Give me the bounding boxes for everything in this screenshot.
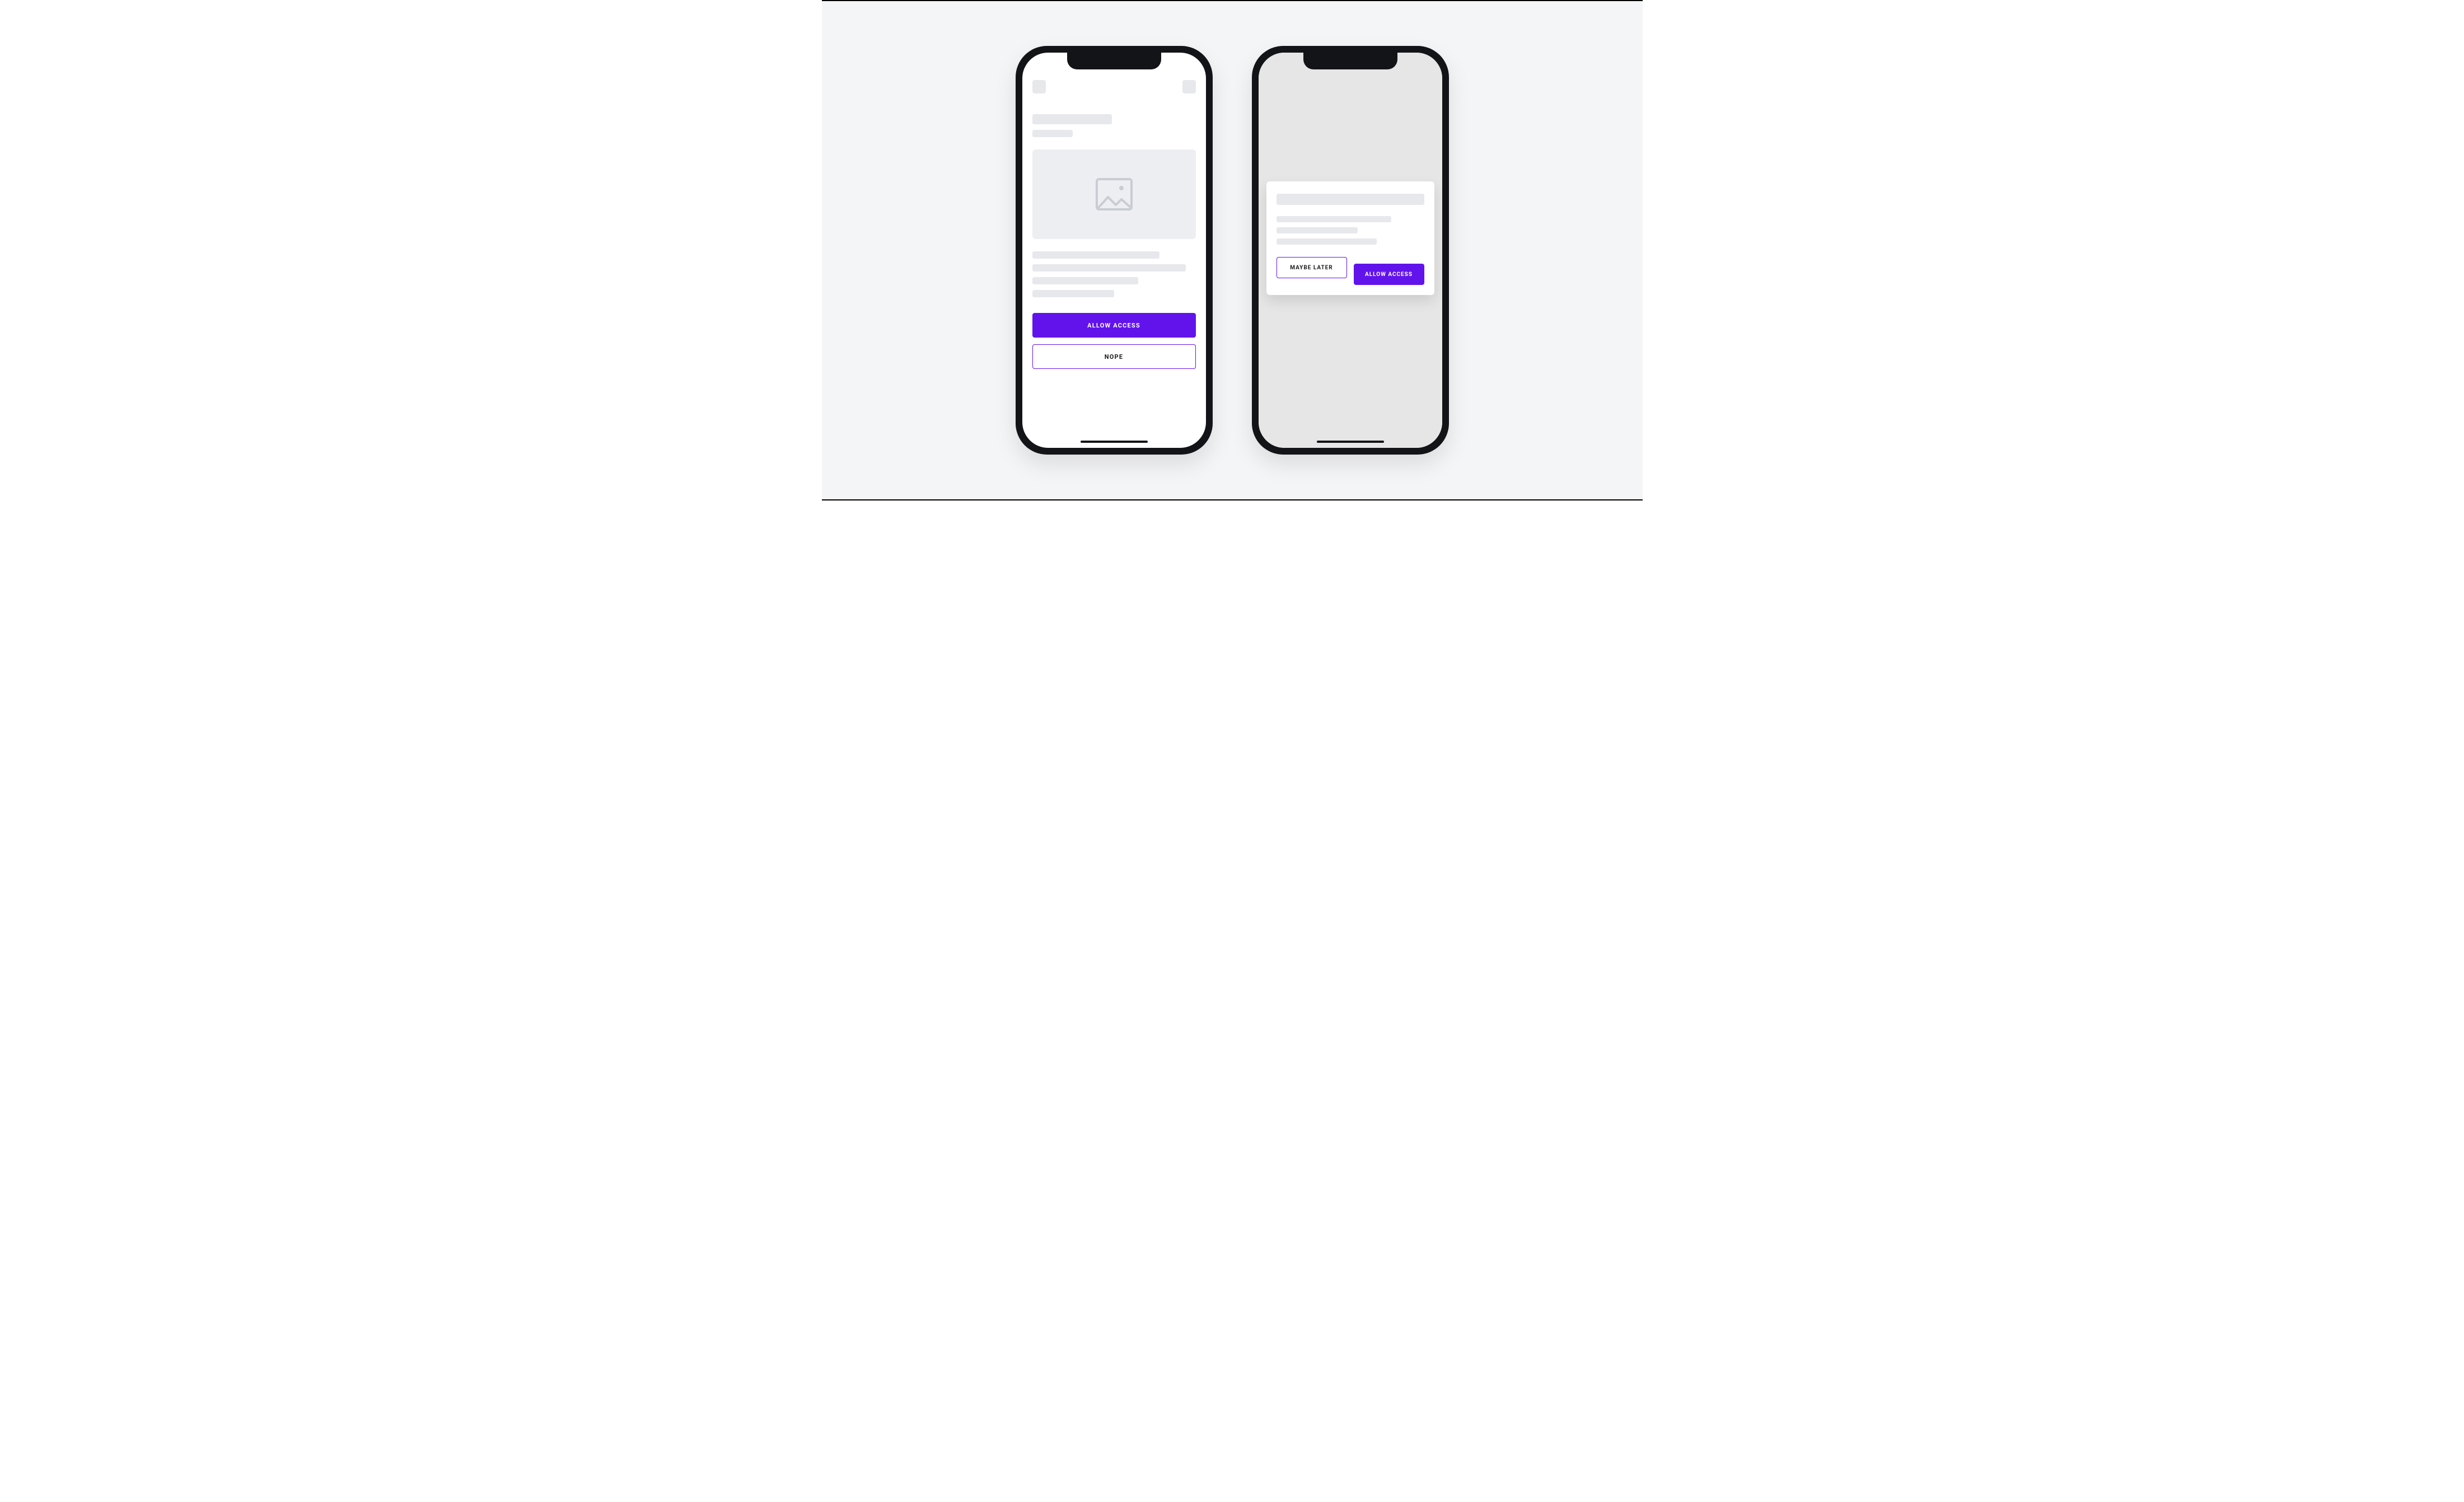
hero-image-placeholder xyxy=(1032,149,1196,239)
body-line xyxy=(1032,277,1139,284)
home-indicator-icon xyxy=(1081,441,1148,443)
phone-frame-right: MAYBE LATER ALLOW ACCESS xyxy=(1252,46,1449,455)
allow-access-button[interactable]: ALLOW ACCESS xyxy=(1032,313,1196,338)
allow-access-button[interactable]: ALLOW ACCESS xyxy=(1354,264,1424,285)
dialog-body-line xyxy=(1277,216,1392,222)
dialog-body-line xyxy=(1277,227,1358,233)
phone-frame-left: ALLOW ACCESS NOPE xyxy=(1016,46,1213,455)
body-line xyxy=(1032,264,1186,272)
permission-full-screen: ALLOW ACCESS NOPE xyxy=(1022,53,1206,448)
dialog-actions: MAYBE LATER ALLOW ACCESS xyxy=(1277,257,1424,285)
nope-button[interactable]: NOPE xyxy=(1032,344,1196,369)
phone-screen-right: MAYBE LATER ALLOW ACCESS xyxy=(1259,53,1442,448)
body-line xyxy=(1032,290,1114,297)
phone-screen-left: ALLOW ACCESS NOPE xyxy=(1022,53,1206,448)
image-icon xyxy=(1096,178,1133,210)
mockup-canvas: ALLOW ACCESS NOPE MAYBE LATER ALLOW ACCE… xyxy=(822,0,1643,500)
maybe-later-button[interactable]: MAYBE LATER xyxy=(1277,257,1347,278)
top-nav xyxy=(1032,79,1196,94)
nav-right-icon[interactable] xyxy=(1182,80,1196,93)
subhead-placeholder xyxy=(1032,130,1073,137)
home-indicator-icon xyxy=(1317,441,1384,443)
headline-placeholder xyxy=(1032,114,1112,124)
permission-dialog-screen: MAYBE LATER ALLOW ACCESS xyxy=(1259,53,1442,448)
dialog-body-line xyxy=(1277,238,1377,245)
notch-icon xyxy=(1067,53,1161,69)
dialog-title-placeholder xyxy=(1277,194,1424,205)
body-line xyxy=(1032,251,1160,259)
notch-icon xyxy=(1303,53,1397,69)
nav-left-icon[interactable] xyxy=(1032,80,1046,93)
permission-dialog: MAYBE LATER ALLOW ACCESS xyxy=(1266,181,1434,295)
